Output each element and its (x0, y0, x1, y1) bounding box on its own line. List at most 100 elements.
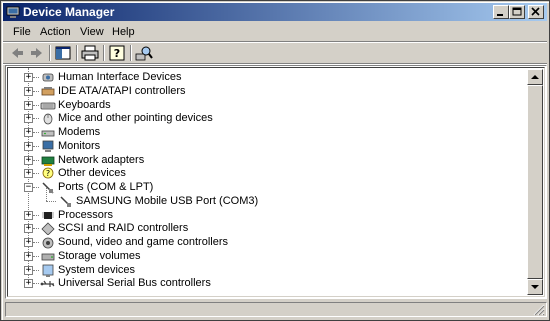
expand-toggle[interactable]: + (24, 73, 33, 82)
close-button[interactable] (528, 5, 544, 19)
minimize-button[interactable] (493, 5, 509, 19)
tree-connector-line (33, 228, 39, 229)
tree-connector-line (33, 146, 39, 147)
tree-category-item[interactable]: + IDE ATA/ATAPI controllers (8, 84, 528, 98)
tree-item-label: Network adapters (58, 154, 145, 166)
tree-category-item[interactable]: + Monitors (8, 139, 528, 153)
tree-item-label: Sound, video and game controllers (58, 236, 228, 248)
tree-category-item[interactable]: − Ports (COM & LPT) (8, 180, 528, 194)
tree-connector-line (33, 118, 39, 119)
expand-toggle[interactable]: + (24, 169, 33, 178)
expand-toggle[interactable]: + (24, 101, 33, 110)
port-icon (42, 182, 54, 194)
resize-grip-icon[interactable] (533, 304, 545, 316)
scroll-up-button[interactable] (527, 69, 543, 85)
tree-item-label: IDE ATA/ATAPI controllers (58, 85, 186, 97)
modem-icon (41, 130, 55, 137)
tree-category-item[interactable]: + Modems (8, 125, 528, 139)
tree-item-label: Universal Serial Bus controllers (58, 277, 211, 289)
expand-toggle[interactable]: + (24, 266, 33, 275)
tree-connector-line (33, 270, 39, 271)
expand-toggle[interactable]: + (24, 238, 33, 247)
tree-connector-line (33, 160, 39, 161)
tree-category-item[interactable]: + Keyboards (8, 98, 528, 112)
tree-item-label: System devices (58, 264, 136, 276)
scroll-down-arrow-icon (531, 285, 539, 289)
expand-toggle[interactable]: + (24, 142, 33, 151)
tree-connector-line (33, 187, 39, 188)
tree-category-item[interactable]: + Universal Serial Bus controllers (8, 276, 528, 290)
collapse-toggle[interactable]: − (24, 183, 33, 192)
tree-connector-line (46, 187, 47, 201)
tree-item-label: Mice and other pointing devices (58, 112, 213, 124)
sound-icon (42, 237, 54, 249)
usb-icon (40, 280, 55, 287)
tree-connector-line (33, 105, 39, 106)
tree-category-item[interactable]: + Human Interface Devices (8, 70, 528, 84)
expand-toggle[interactable]: + (24, 211, 33, 220)
scan-hardware-changes-icon[interactable] (134, 44, 154, 62)
status-bar (5, 301, 547, 318)
device-manager-app-icon (6, 6, 20, 18)
other-devices-icon: ? (42, 167, 54, 179)
port-device-icon (60, 196, 71, 207)
menu-file[interactable]: File (13, 26, 31, 38)
expand-toggle[interactable]: + (24, 128, 33, 137)
menu-help[interactable]: Help (112, 26, 135, 38)
tree-connector-line (33, 77, 39, 78)
close-icon (531, 7, 540, 16)
expand-toggle[interactable]: + (24, 87, 33, 96)
tree-connector-line (33, 242, 39, 243)
svg-text:?: ? (46, 169, 50, 178)
expand-toggle[interactable]: + (24, 252, 33, 261)
menu-action[interactable]: Action (40, 26, 71, 38)
toolbar: ? (3, 43, 547, 63)
tree-category-item[interactable]: + Processors (8, 208, 528, 222)
expand-toggle[interactable]: + (24, 114, 33, 123)
forward-icon[interactable] (27, 44, 47, 62)
tree-category-item[interactable]: + Storage volumes (8, 249, 528, 263)
monitor-icon (42, 140, 54, 152)
expand-toggle[interactable]: + (24, 224, 33, 233)
toolbar-divider (76, 45, 78, 61)
scroll-thumb[interactable] (527, 85, 543, 279)
vertical-scrollbar[interactable] (527, 69, 543, 295)
ide-controller-icon (41, 87, 55, 96)
tree-connector-line (33, 173, 39, 174)
print-icon[interactable] (80, 44, 100, 62)
toolbar-divider (103, 45, 105, 61)
show-hide-console-tree-icon[interactable] (53, 44, 73, 62)
expand-toggle[interactable]: + (24, 156, 33, 165)
expand-toggle[interactable]: + (24, 279, 33, 288)
device-tree-panel: + Human Interface Devices + IDE ATA/ATAPI c… (5, 65, 547, 299)
maximize-button[interactable] (509, 5, 525, 19)
help-icon[interactable]: ? (107, 44, 127, 62)
tree-category-item[interactable]: +? Other devices (8, 166, 528, 180)
toolbar-divider (49, 45, 51, 61)
tree-connector-line (33, 132, 39, 133)
keyboard-icon (40, 102, 56, 110)
device-manager-window: Device Manager File Action View Help ? +… (0, 0, 550, 321)
tree-child-item[interactable]: SAMSUNG Mobile USB Port (COM3) (8, 187, 528, 208)
tree-item-label: SCSI and RAID controllers (58, 222, 189, 234)
tree-item-label: Storage volumes (58, 250, 141, 262)
tree-category-item[interactable]: + Network adapters (8, 153, 528, 167)
network-adapter-icon (41, 156, 55, 166)
scroll-down-button[interactable] (527, 279, 543, 295)
tree-category-item[interactable]: + System devices (8, 263, 528, 277)
tree-connector-line (46, 201, 56, 202)
hid-icon (42, 73, 54, 82)
menu-bar: File Action View Help (3, 23, 547, 41)
tree-item-label: Monitors (58, 140, 101, 152)
tree-category-item[interactable]: + SCSI and RAID controllers (8, 221, 528, 235)
menu-view[interactable]: View (80, 26, 104, 38)
title-bar[interactable]: Device Manager (3, 3, 547, 21)
tree-category-item[interactable]: + Sound, video and game controllers (8, 235, 528, 249)
tree-item-label: Modems (58, 126, 101, 138)
tree-category-item[interactable]: + Mice and other pointing devices (8, 111, 528, 125)
svg-text:?: ? (114, 47, 120, 60)
maximize-icon (512, 7, 522, 16)
processor-icon (42, 212, 54, 219)
tree-connector-line (33, 91, 39, 92)
back-icon[interactable] (7, 44, 27, 62)
